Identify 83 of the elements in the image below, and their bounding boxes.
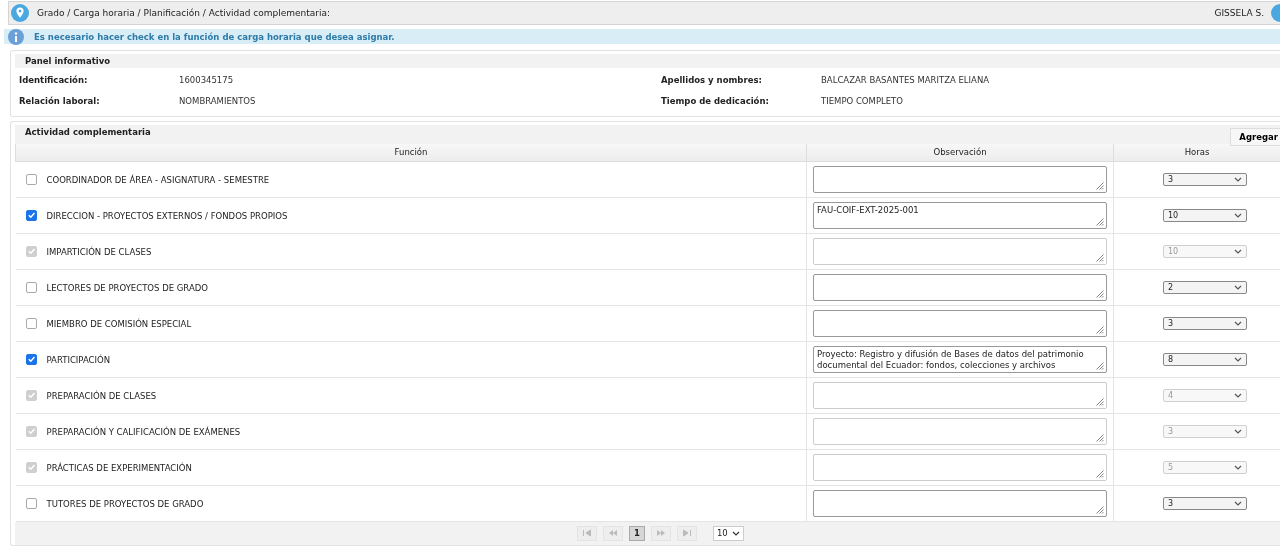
function-label: COORDINADOR DE ÁREA - ASIGNATURA - SEMESTRE <box>46 174 270 184</box>
field-value: NOMBRAMIENTOS <box>179 96 257 106</box>
previous-page-button[interactable] <box>603 525 623 541</box>
chevron-down-icon <box>1234 284 1242 290</box>
function-label: IMPARTICIÓN DE CLASES <box>46 246 152 256</box>
info-icon <box>8 28 24 45</box>
field-label: Tiempo de dedicación: <box>661 96 770 106</box>
checkbox[interactable] <box>25 173 37 185</box>
resize-grip-icon <box>1096 289 1104 298</box>
checkbox[interactable] <box>25 353 37 365</box>
hours-select[interactable]: 2 <box>1163 280 1247 294</box>
field-value: BALCAZAR BASANTES MARITZA ELIANA <box>821 75 991 85</box>
chevron-down-icon <box>1234 320 1242 326</box>
observation-field[interactable]: FAU-COIF-EXT-2025-001 <box>813 201 1107 229</box>
info-message: Es necesario hacer check en la función de carga horaria que desea asignar. <box>34 31 395 42</box>
checkbox[interactable] <box>25 317 37 329</box>
resize-grip-icon <box>1096 181 1104 190</box>
resize-grip-icon <box>1096 361 1104 370</box>
hours-select[interactable]: 3 <box>1163 172 1247 186</box>
chevron-down-icon <box>1234 212 1242 218</box>
page-button[interactable]: 1 <box>629 525 645 541</box>
field-value: TIEMPO COMPLETO <box>821 96 904 106</box>
field-label: Apellidos y nombres: <box>661 75 763 85</box>
checkbox[interactable] <box>25 497 37 509</box>
chevron-down-icon <box>1234 464 1242 470</box>
observation-field[interactable] <box>813 309 1107 337</box>
resize-grip-icon <box>1096 325 1104 334</box>
user-name[interactable]: GISSELA S. <box>1214 8 1264 18</box>
hours-select[interactable]: 3 <box>1163 316 1247 330</box>
observation-field[interactable]: Proyecto: Registro y difusión de Bases de datos del patrimonio documental del Ecuador: fondos, colecciones y archivos <box>813 345 1107 373</box>
resize-grip-icon <box>1096 433 1104 442</box>
hours-select[interactable]: 10 <box>1163 208 1247 222</box>
location-pin-icon <box>11 4 29 22</box>
chevron-down-icon <box>1234 356 1242 362</box>
column-header: Función <box>15 144 807 161</box>
chevron-down-icon <box>1234 428 1242 434</box>
breadcrumb: Grado / Carga horaria / Planificación / Actividad complementaria: <box>37 8 332 18</box>
previous-page-icon <box>608 529 618 537</box>
column-header: Observación <box>806 144 1114 161</box>
observation-field[interactable] <box>813 165 1107 193</box>
field-label: Identificación: <box>19 75 89 85</box>
observation-field[interactable] <box>813 273 1107 301</box>
checkbox[interactable] <box>25 209 37 221</box>
first-page-icon <box>582 529 592 537</box>
column-header: Horas <box>1113 144 1280 161</box>
checkbox[interactable] <box>25 281 37 293</box>
page-size-select[interactable]: 10 <box>712 525 744 541</box>
function-label: TUTORES DE PROYECTOS DE GRADO <box>46 498 204 508</box>
chevron-down-icon <box>1234 500 1242 506</box>
function-label: PARTICIPACIÓN <box>46 354 111 364</box>
hours-select[interactable]: 3 <box>1163 496 1247 510</box>
first-page-button[interactable] <box>577 525 597 541</box>
avatar-icon <box>1270 4 1280 22</box>
add-button[interactable]: Agregar <box>1230 128 1280 146</box>
panel-title: Actividad complementaria <box>25 126 151 137</box>
next-page-button[interactable] <box>650 525 671 541</box>
resize-grip-icon <box>1096 469 1104 478</box>
panel-title: Panel informativo <box>15 54 1280 68</box>
chevron-down-icon <box>731 530 740 536</box>
resize-grip-icon <box>1096 253 1104 262</box>
chevron-down-icon <box>1234 392 1242 398</box>
resize-grip-icon <box>1096 217 1104 226</box>
function-label: MIEMBRO DE COMISIÓN ESPECIAL <box>46 318 192 328</box>
field-label: Relación laboral: <box>19 96 101 106</box>
resize-grip-icon <box>1096 505 1104 514</box>
function-label: PREPARACIÓN Y CALIFICACIÓN DE EXÁMENES <box>46 426 241 436</box>
hours-select: 4 <box>1163 388 1247 402</box>
field-value: 1600345175 <box>179 75 235 85</box>
chevron-down-icon <box>1234 248 1242 254</box>
chevron-down-icon <box>1234 176 1242 182</box>
resize-grip-icon <box>1096 397 1104 406</box>
observation-field[interactable] <box>813 489 1107 517</box>
function-label: PRÁCTICAS DE EXPERIMENTACIÓN <box>46 462 192 472</box>
function-label: DIRECCION - PROYECTOS EXTERNOS / FONDOS PROPIOS <box>46 210 288 220</box>
function-label: LECTORES DE PROYECTOS DE GRADO <box>46 282 208 292</box>
next-page-icon <box>655 529 666 537</box>
hours-select: 5 <box>1163 460 1247 474</box>
last-page-icon <box>681 529 692 537</box>
hours-select: 10 <box>1163 244 1247 258</box>
hours-select[interactable]: 8 <box>1163 352 1247 366</box>
function-label: PREPARACIÓN DE CLASES <box>46 390 157 400</box>
hours-select: 3 <box>1163 424 1247 438</box>
last-page-button[interactable] <box>676 525 697 541</box>
